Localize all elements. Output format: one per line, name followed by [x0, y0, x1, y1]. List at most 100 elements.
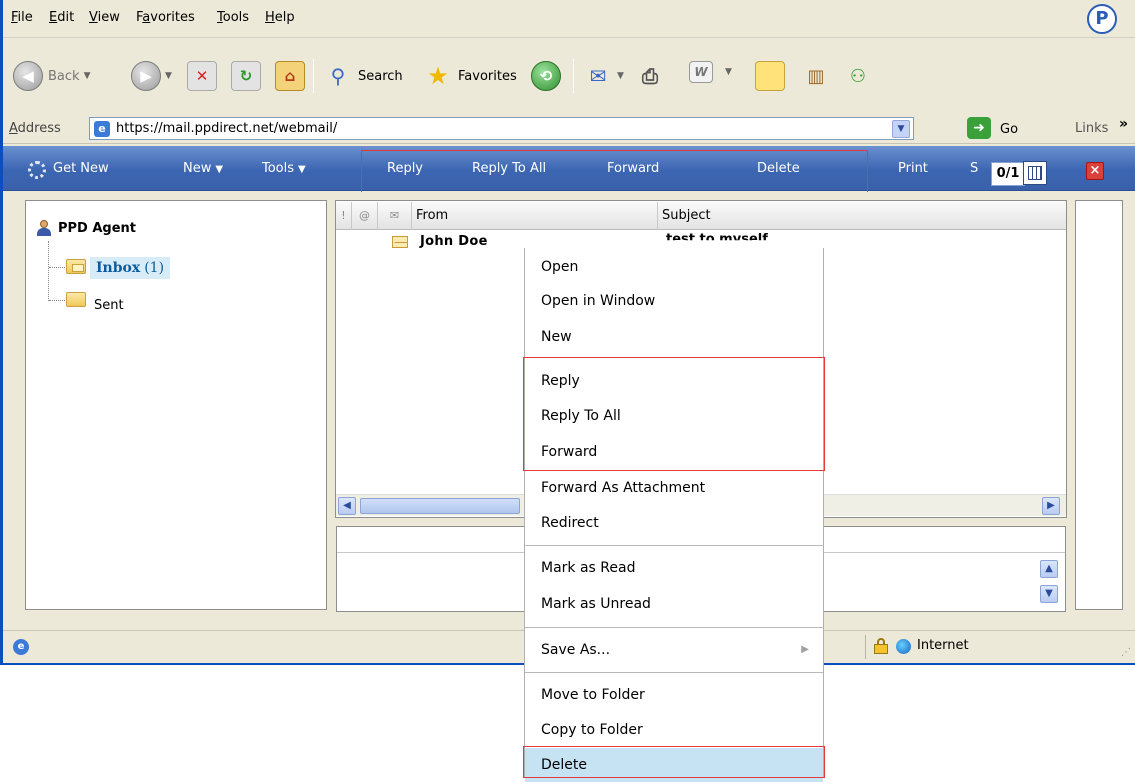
layout-icon: [1028, 166, 1042, 180]
resize-grip-icon[interactable]: ⋰: [1121, 647, 1131, 658]
address-bar: Address e https://mail.ppdirect.net/webm…: [3, 114, 1135, 144]
home-icon: ⌂: [275, 61, 305, 91]
folder-inbox[interactable]: Inbox (1): [90, 257, 171, 279]
preview-pane-toggle[interactable]: [1023, 161, 1047, 185]
history-button[interactable]: ⟲: [531, 61, 561, 91]
new-button[interactable]: New ▼: [183, 161, 223, 176]
links-chevron-icon[interactable]: »: [1119, 116, 1128, 132]
forward-dropdown-icon[interactable]: ▼: [165, 71, 172, 81]
messenger-button[interactable]: ⚇: [843, 61, 873, 91]
security-zone-label: Internet: [917, 638, 969, 653]
back-button[interactable]: ◀ Back ▼: [13, 61, 90, 91]
new-dropdown-icon: ▼: [215, 164, 224, 175]
edit-dropdown-icon[interactable]: ▼: [725, 67, 732, 77]
refresh-icon: ↻: [231, 61, 261, 91]
stop-icon: ✕: [187, 61, 217, 91]
context-menu: Open Open in Window New Reply Reply To A…: [524, 248, 824, 782]
envelope-icon: [392, 236, 408, 248]
lock-icon: [874, 638, 888, 654]
menu-item-redirect[interactable]: Redirect: [525, 506, 823, 540]
forward-nav-button[interactable]: ▶ ▼: [131, 61, 172, 91]
menu-view[interactable]: View: [89, 10, 120, 25]
isp-logo-icon: P: [1087, 4, 1117, 34]
mail-dropdown-icon[interactable]: ▼: [617, 71, 624, 81]
folder-sent[interactable]: Sent: [94, 298, 124, 313]
user-icon: [36, 220, 52, 236]
refresh-button[interactable]: ↻: [231, 61, 261, 91]
address-label: Address: [9, 121, 61, 136]
menu-item-mark-read[interactable]: Mark as Read: [525, 551, 823, 585]
get-new-button[interactable]: Get New: [53, 161, 109, 176]
research-button[interactable]: ▥: [801, 61, 831, 91]
discuss-button[interactable]: [755, 61, 785, 91]
go-arrow-icon[interactable]: ➜: [967, 117, 991, 139]
go-button[interactable]: Go: [1000, 122, 1018, 137]
message-counter: 0/1: [991, 162, 1025, 186]
mail-button[interactable]: ✉ ▼: [583, 61, 624, 91]
forward-arrow-icon: ▶: [131, 61, 161, 91]
from-column-header[interactable]: From: [412, 202, 658, 230]
attachment-column-icon[interactable]: @: [352, 202, 378, 230]
account-name: PPD Agent: [58, 221, 137, 236]
links-label[interactable]: Links: [1075, 121, 1108, 136]
search-icon: ⚲: [330, 64, 346, 88]
books-icon: ▥: [807, 65, 825, 87]
star-icon: ★: [427, 62, 449, 90]
menu-separator: [525, 627, 823, 628]
tools-button[interactable]: Tools ▼: [262, 161, 306, 176]
scroll-left-icon[interactable]: ◀: [338, 497, 356, 515]
stop-button[interactable]: ✕: [187, 61, 217, 91]
close-icon[interactable]: ×: [1086, 162, 1104, 180]
menu-item-copy-to-folder[interactable]: Copy to Folder: [525, 713, 823, 747]
inbox-folder-icon: [66, 259, 86, 274]
address-url[interactable]: https://mail.ppdirect.net/webmail/: [116, 121, 337, 136]
menu-tools[interactable]: Tools: [217, 10, 249, 25]
menu-item-move-to-folder[interactable]: Move to Folder: [525, 678, 823, 712]
folder-panel: PPD Agent Inbox (1) Sent: [25, 200, 327, 610]
home-button[interactable]: ⌂: [275, 61, 305, 91]
standard-toolbar: ◀ Back ▼ ▶ ▼ ✕ ↻ ⌂ ⚲ Search ★ Favorites …: [3, 39, 1135, 115]
ie-page-icon: e: [13, 639, 29, 655]
submenu-arrow-icon: ▶: [801, 644, 809, 655]
message-subject: test to myself: [666, 232, 768, 247]
menu-item-open-in-window[interactable]: Open in Window: [525, 284, 823, 318]
inbox-count: (1): [144, 260, 165, 276]
menu-item-mark-unread[interactable]: Mark as Unread: [525, 587, 823, 621]
internet-zone-icon: [896, 639, 911, 654]
subject-column-header[interactable]: Subject: [658, 202, 1066, 230]
message-list-header: ! @ ✉ From Subject: [336, 202, 1066, 230]
message-from: John Doe: [420, 234, 488, 249]
word-icon: W: [689, 61, 713, 83]
favorites-button[interactable]: ★ Favorites: [423, 61, 517, 91]
side-panel: [1075, 200, 1123, 610]
address-dropdown-icon[interactable]: ▼: [892, 120, 910, 138]
menu-edit[interactable]: Edit: [49, 10, 74, 25]
address-input[interactable]: e https://mail.ppdirect.net/webmail/ ▼: [89, 117, 914, 140]
menu-item-forward-attachment[interactable]: Forward As Attachment: [525, 471, 823, 505]
menu-bar: File Edit View Favorites Tools Help P: [3, 0, 1135, 38]
menu-separator: [525, 545, 823, 546]
search-button[interactable]: ⚲ Search: [323, 61, 403, 91]
toolbar-highlight-box: [361, 150, 868, 196]
flag-column-icon[interactable]: !: [336, 202, 352, 230]
menu-item-save-as[interactable]: Save As... ▶: [525, 633, 823, 667]
back-dropdown-icon[interactable]: ▼: [84, 71, 91, 81]
menu-favorites[interactable]: Favorites: [136, 10, 195, 25]
sent-folder-icon: [66, 292, 86, 307]
menu-help[interactable]: Help: [265, 10, 295, 25]
tools-dropdown-icon: ▼: [298, 164, 306, 175]
scroll-up-icon[interactable]: ▲: [1040, 560, 1058, 578]
menu-item-open[interactable]: Open: [525, 250, 823, 284]
menu-file[interactable]: File: [11, 10, 33, 25]
print-toolbar-button[interactable]: ⎙: [635, 61, 665, 91]
edit-word-button[interactable]: W ▼: [689, 61, 732, 83]
scroll-right-icon[interactable]: ▶: [1042, 497, 1060, 515]
menu-item-new[interactable]: New: [525, 320, 823, 354]
print-button[interactable]: Print: [898, 161, 928, 176]
mail-icon: ✉: [589, 64, 607, 88]
scroll-thumb[interactable]: [360, 498, 520, 514]
sticky-note-icon: [755, 61, 785, 91]
scroll-down-icon[interactable]: ▼: [1040, 585, 1058, 603]
search-partial-button[interactable]: S: [970, 161, 978, 176]
read-column-icon[interactable]: ✉: [378, 202, 412, 230]
